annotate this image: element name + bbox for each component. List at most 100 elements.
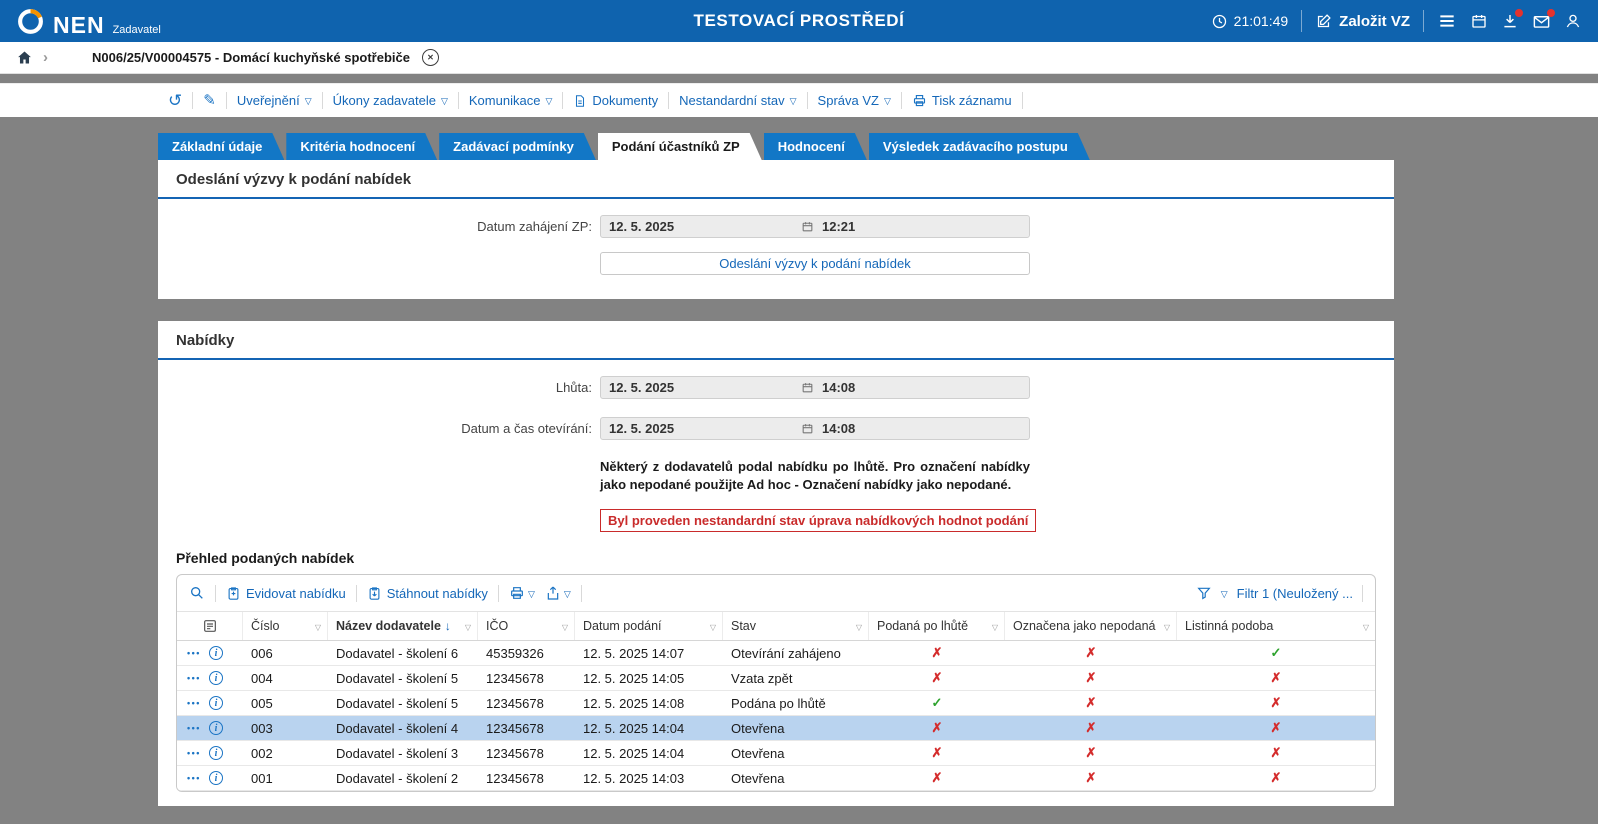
column-settings-button[interactable] [177, 612, 243, 641]
calendar-icon[interactable] [1470, 12, 1488, 30]
menu-uverejneni[interactable]: Uveřejnění ▽ [237, 93, 312, 108]
user-icon[interactable] [1564, 12, 1582, 30]
cell-cislo: 006 [251, 645, 273, 661]
menu-ukony-zadavatele[interactable]: Úkony zadavatele ▽ [333, 93, 448, 108]
otevirani-input[interactable]: 12. 5. 2025 14:08 [600, 417, 1030, 440]
active-filter-label[interactable]: Filtr 1 (Neuložený ... [1237, 586, 1353, 601]
info-icon[interactable] [208, 671, 223, 686]
column-header-cislo[interactable]: Číslo ▽ [243, 612, 328, 641]
row-menu-icon[interactable] [187, 673, 201, 683]
calendar-picker-icon[interactable] [801, 422, 814, 435]
menu-nestandardni-stav[interactable]: Nestandardní stav ▽ [679, 93, 796, 108]
print-table-icon[interactable]: ▽ [509, 585, 535, 601]
tab[interactable]: Kritéria hodnocení [286, 133, 437, 160]
date-value[interactable]: 12. 5. 2025 [601, 380, 801, 395]
cell-podana-po-lhute: ✗ [931, 645, 943, 661]
lhuta-input[interactable]: 12. 5. 2025 14:08 [600, 376, 1030, 399]
section-nabidky: Nabídky Lhůta: 12. 5. 2025 14:08 Datum a… [158, 321, 1394, 807]
menu-icon[interactable] [1437, 11, 1457, 31]
mail-icon[interactable] [1532, 8, 1555, 31]
table-toolbar: Evidovat nabídku Stáhnout nabídky ▽ ▽ ▽ … [177, 575, 1375, 611]
time-value[interactable]: 12:21 [814, 219, 855, 234]
tab[interactable]: Podání účastníků ZP [598, 133, 762, 160]
table-row[interactable]: 002 Dodavatel - školení 3 12345678 12. 5… [177, 741, 1375, 767]
row-menu-icon[interactable] [187, 773, 201, 783]
column-header-datum-podani[interactable]: Datum podání ▽ [575, 612, 723, 641]
menu-dokumenty[interactable]: Dokumenty [573, 93, 658, 108]
cell-cislo: 004 [251, 670, 273, 686]
info-icon[interactable] [208, 696, 223, 711]
column-header-nazev-dodavatele[interactable]: Název dodavatele ↓ ▽ [328, 612, 478, 641]
breadcrumb-item[interactable]: N006/25/V00004575 - Domácí kuchyňské spo… [92, 50, 410, 65]
evidovat-nabidku-button[interactable]: Evidovat nabídku [226, 586, 346, 601]
filter-icon[interactable]: ▽ [992, 621, 998, 632]
cell-datum-podani: 12. 5. 2025 14:03 [583, 770, 685, 786]
stahnout-nabidky-button[interactable]: Stáhnout nabídky [367, 586, 488, 601]
column-header-listinna-podoba[interactable]: Listinná podoba ▽ [1177, 612, 1375, 640]
time-value[interactable]: 14:08 [814, 380, 855, 395]
export-icon[interactable]: ▽ [545, 585, 571, 601]
column-header-oznacena-jako-nepodana[interactable]: Označena jako nepodaná ▽ [1005, 612, 1177, 641]
edit-record-icon[interactable]: ✎ [203, 93, 216, 108]
date-value[interactable]: 12. 5. 2025 [601, 219, 801, 234]
menu-sprava-vz[interactable]: Správa VZ ▽ [818, 93, 891, 108]
tab-label: Kritéria hodnocení [300, 139, 416, 154]
row-menu-icon[interactable] [187, 723, 201, 733]
time-value[interactable]: 14:08 [814, 421, 855, 436]
calendar-picker-icon[interactable] [801, 381, 814, 394]
clipboard-download-icon [367, 586, 382, 601]
column-header-podana-po-lhute[interactable]: Podaná po lhůtě ▽ [869, 612, 1005, 641]
tab[interactable]: Zadávací podmínky [439, 133, 596, 160]
home-icon[interactable] [16, 49, 33, 66]
info-icon[interactable] [208, 721, 223, 736]
tab[interactable]: Výsledek zadávacího postupu [869, 133, 1090, 160]
filter-icon[interactable]: ▽ [1164, 621, 1170, 632]
calendar-picker-icon[interactable] [801, 220, 814, 233]
table-row[interactable]: 004 Dodavatel - školení 5 12345678 12. 5… [177, 666, 1375, 692]
table-row[interactable]: 001 Dodavatel - školení 2 12345678 12. 5… [177, 766, 1375, 792]
top-header: NEN Zadavatel TESTOVACÍ PROSTŘEDÍ 21:01:… [0, 0, 1598, 42]
tab-label: Zadávací podmínky [453, 139, 574, 154]
menu-tisk-zaznamu[interactable]: Tisk záznamu [912, 93, 1012, 108]
cell-ico: 12345678 [486, 670, 544, 686]
filter-icon[interactable]: ▽ [856, 621, 862, 632]
create-vz-button[interactable]: Založit VZ [1315, 13, 1410, 30]
table-row[interactable]: 006 Dodavatel - školení 6 45359326 12. 5… [177, 641, 1375, 667]
download-badge [1515, 9, 1523, 17]
row-menu-icon[interactable] [187, 698, 201, 708]
cell-ico: 12345678 [486, 745, 544, 761]
close-record-icon[interactable] [421, 49, 439, 66]
menu-komunikace[interactable]: Komunikace ▽ [469, 93, 552, 108]
info-icon[interactable] [208, 646, 223, 661]
history-icon[interactable]: ↺ [168, 92, 182, 109]
download-icon[interactable] [1501, 9, 1523, 30]
topbar-divider [1423, 10, 1424, 32]
info-icon[interactable] [208, 771, 223, 786]
table-row[interactable]: 005 Dodavatel - školení 5 12345678 12. 5… [177, 691, 1375, 717]
odeslani-vyzvy-button[interactable]: Odeslání výzvy k podání nabídek [600, 252, 1030, 275]
datum-zahajeni-input[interactable]: 12. 5. 2025 12:21 [600, 215, 1030, 238]
cell-podana-po-lhute: ✗ [931, 670, 943, 686]
row-menu-icon[interactable] [187, 748, 201, 758]
tab[interactable]: Základní údaje [158, 133, 284, 160]
row-menu-icon[interactable] [187, 648, 201, 658]
filter-icon[interactable]: ▽ [1363, 621, 1369, 632]
otevirani-label: Datum a čas otevírání: [461, 421, 592, 436]
late-offer-note: Některý z dodavatelů podal nabídku po lh… [600, 459, 1030, 492]
filter-icon[interactable]: ▽ [315, 621, 321, 632]
brand-name: NEN [53, 11, 105, 38]
search-icon[interactable] [189, 585, 205, 601]
filter-funnel-icon[interactable] [1196, 585, 1212, 601]
info-icon[interactable] [208, 746, 223, 761]
filter-icon[interactable]: ▽ [465, 621, 471, 632]
tab[interactable]: Hodnocení [764, 133, 867, 160]
table-row[interactable]: 003 Dodavatel - školení 4 12345678 12. 5… [177, 716, 1375, 742]
filter-icon[interactable]: ▽ [710, 621, 716, 632]
column-header-ico[interactable]: IČO ▽ [478, 612, 575, 641]
nen-logo[interactable]: NEN Zadavatel [16, 7, 161, 36]
date-value[interactable]: 12. 5. 2025 [601, 421, 801, 436]
filter-icon[interactable]: ▽ [562, 621, 568, 632]
column-header-stav[interactable]: Stav ▽ [723, 612, 869, 641]
section-odeslani-vyzvy: Odeslání výzvy k podání nabídek Datum za… [158, 160, 1394, 299]
chevron-down-icon[interactable]: ▽ [1221, 588, 1228, 599]
